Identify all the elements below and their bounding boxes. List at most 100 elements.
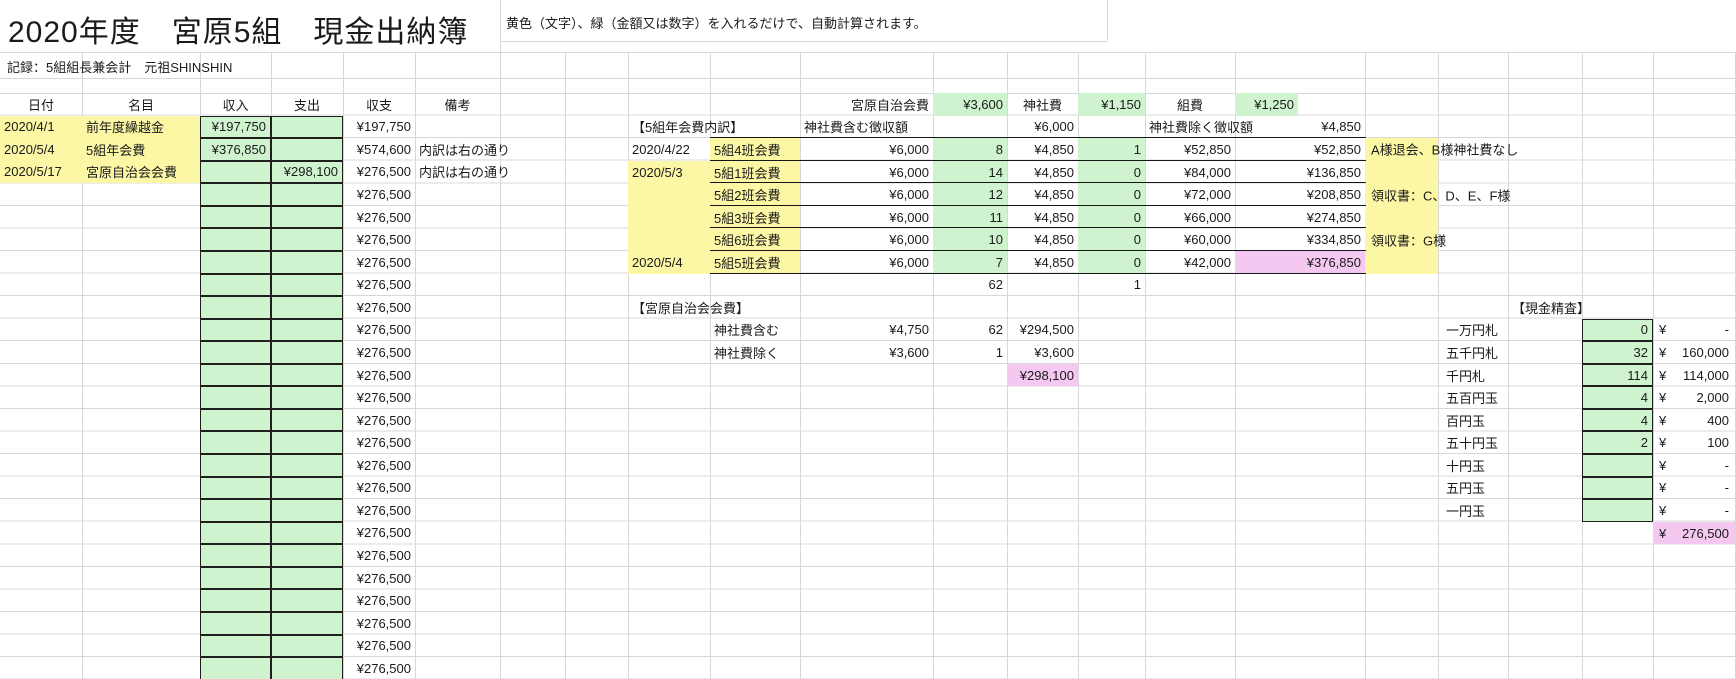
denomination-count-cell[interactable]: [1582, 454, 1653, 477]
breakdown-date-cell[interactable]: [628, 206, 710, 229]
denomination-amount-cell: ¥ -: [1653, 477, 1735, 500]
expense-cell[interactable]: [271, 657, 343, 679]
count2-cell[interactable]: 1: [1078, 138, 1145, 161]
income-cell[interactable]: [200, 567, 271, 590]
breakdown-name-cell[interactable]: 5組2班会費: [710, 183, 800, 206]
cash-check-table: 【現金精査】 一万円札 0 ¥ - 五千円札 32 ¥: [0, 296, 1736, 544]
breakdown-note-cell[interactable]: [1365, 206, 1438, 229]
breakdown-date-cell[interactable]: 2020/5/4: [628, 251, 710, 274]
breakdown-note-cell[interactable]: 領収書：G様: [1365, 228, 1438, 251]
denomination-amount: -: [1725, 458, 1729, 473]
denomination-count-cell[interactable]: 114: [1582, 364, 1653, 387]
denomination-amount-cell: ¥ 160,000: [1653, 341, 1735, 364]
denomination-amount-cell: ¥ -: [1653, 499, 1735, 522]
page-title: 2020年度 宮原5組 現金出納簿: [8, 7, 468, 51]
denomination-count-cell[interactable]: 2: [1582, 431, 1653, 454]
yen-sign: ¥: [1659, 390, 1666, 405]
denomination-amount-cell: ¥ -: [1653, 454, 1735, 477]
expense-cell[interactable]: [271, 567, 343, 590]
breakdown-name-cell[interactable]: 5組6班会費: [710, 228, 800, 251]
denomination-amount: -: [1725, 503, 1729, 518]
balance-cell: ¥276,500: [343, 657, 415, 679]
ledger-empty-row: ¥276,500: [0, 612, 1736, 635]
breakdown-note-cell[interactable]: [1365, 251, 1438, 274]
denomination-amount-cell: ¥ 2,000: [1653, 386, 1735, 409]
denomination-count-cell[interactable]: 4: [1582, 386, 1653, 409]
breakdown-row: 2020/5/4 5組5班会費 ¥6,000 7 ¥4,850 0 ¥42,00…: [0, 251, 1736, 274]
expense-cell[interactable]: [271, 589, 343, 612]
denomination-count-cell[interactable]: [1582, 477, 1653, 500]
header-date: 日付: [0, 93, 82, 116]
fee-cell: ¥6,000: [800, 251, 933, 274]
fee-cell: ¥6,000: [800, 206, 933, 229]
count-cell[interactable]: 14: [933, 161, 1007, 184]
cash-check-row: 五百円玉 4 ¥ 2,000: [0, 386, 1736, 409]
cumulative-cell: ¥136,850: [1235, 161, 1365, 184]
balance-cell: ¥276,500: [343, 589, 415, 612]
count2-cell[interactable]: 0: [1078, 161, 1145, 184]
amount-cell: ¥84,000: [1145, 161, 1235, 184]
yen-sign: ¥: [1659, 322, 1666, 337]
breakdown-date-cell[interactable]: 2020/5/3: [628, 161, 710, 184]
balance-cell: ¥276,500: [343, 567, 415, 590]
cash-total-cell: ¥ 276,500: [1653, 522, 1735, 545]
denomination-count-cell[interactable]: 4: [1582, 409, 1653, 432]
income-cell[interactable]: [200, 589, 271, 612]
income-cell[interactable]: [200, 612, 271, 635]
breakdown-note-text: 領収書：G様: [1371, 230, 1446, 249]
cumulative-cell: ¥52,850: [1235, 138, 1365, 161]
count-cell[interactable]: 12: [933, 183, 1007, 206]
breakdown-note-cell[interactable]: 領収書：C、D、E、F様: [1365, 183, 1438, 206]
denomination-count-cell[interactable]: 0: [1582, 319, 1653, 342]
expense-cell[interactable]: [271, 612, 343, 635]
fee2-cell: ¥4,850: [1007, 183, 1078, 206]
breakdown-date-cell[interactable]: [628, 183, 710, 206]
breakdown-note-cell[interactable]: [1365, 161, 1438, 184]
count-cell[interactable]: 10: [933, 228, 1007, 251]
with-shrine-label: 神社費含む徴収額: [800, 116, 933, 139]
count2-cell[interactable]: 0: [1078, 251, 1145, 274]
expense-cell[interactable]: [271, 635, 343, 658]
count-cell[interactable]: 8: [933, 138, 1007, 161]
breakdown-note-cell[interactable]: A様退会、B様神社費なし: [1365, 138, 1438, 161]
cash-check-total-row: ¥ 276,500: [0, 522, 1736, 545]
fee-cell: ¥6,000: [800, 161, 933, 184]
count2-cell[interactable]: 0: [1078, 206, 1145, 229]
count-cell[interactable]: 11: [933, 206, 1007, 229]
breakdown-date-cell[interactable]: 2020/4/22: [628, 138, 710, 161]
fee-cell: ¥6,000: [800, 138, 933, 161]
denomination-count-cell[interactable]: 32: [1582, 341, 1653, 364]
fee-cell: ¥6,000: [800, 228, 933, 251]
fee2-cell: ¥4,850: [1007, 251, 1078, 274]
breakdown-name-cell[interactable]: 5組5班会費: [710, 251, 800, 274]
breakdown-row: 5組2班会費 ¥6,000 12 ¥4,850 0 ¥72,000 ¥208,8…: [0, 183, 1736, 206]
count2-cell[interactable]: 0: [1078, 183, 1145, 206]
amount-cell: ¥72,000: [1145, 183, 1235, 206]
denomination-label: 五千円札: [1438, 341, 1582, 364]
income-cell[interactable]: [200, 544, 271, 567]
income-cell[interactable]: [200, 635, 271, 658]
income-cell[interactable]: [200, 657, 271, 679]
with-shrine-amount: ¥6,000: [1007, 116, 1078, 139]
amount-cell: ¥60,000: [1145, 228, 1235, 251]
count-cell[interactable]: 7: [933, 251, 1007, 274]
usage-hint: 黄色（文字）、緑（金額又は数字）を入れるだけで、自動計算されます。: [506, 13, 927, 32]
amount-cell: ¥42,000: [1145, 251, 1235, 274]
breakdown-name-cell[interactable]: 5組1班会費: [710, 161, 800, 184]
denomination-count-cell[interactable]: [1582, 499, 1653, 522]
denomination-label: 五十円玉: [1438, 431, 1582, 454]
cash-total-amount: 276,500: [1682, 526, 1729, 541]
gridline-v: [1107, 0, 1108, 41]
denomination-amount: 400: [1707, 413, 1729, 428]
breakdown-name-cell[interactable]: 5組3班会費: [710, 206, 800, 229]
balance-cell: ¥276,500: [343, 544, 415, 567]
denomination-amount: -: [1725, 322, 1729, 337]
balance-cell: ¥276,500: [343, 635, 415, 658]
yen-sign: ¥: [1659, 345, 1666, 360]
count2-cell[interactable]: 0: [1078, 228, 1145, 251]
breakdown-name-cell[interactable]: 5組4班会費: [710, 138, 800, 161]
expense-cell[interactable]: [271, 544, 343, 567]
denomination-amount-cell: ¥ -: [1653, 319, 1735, 342]
denomination-amount: 160,000: [1682, 345, 1729, 360]
breakdown-date-cell[interactable]: [628, 228, 710, 251]
